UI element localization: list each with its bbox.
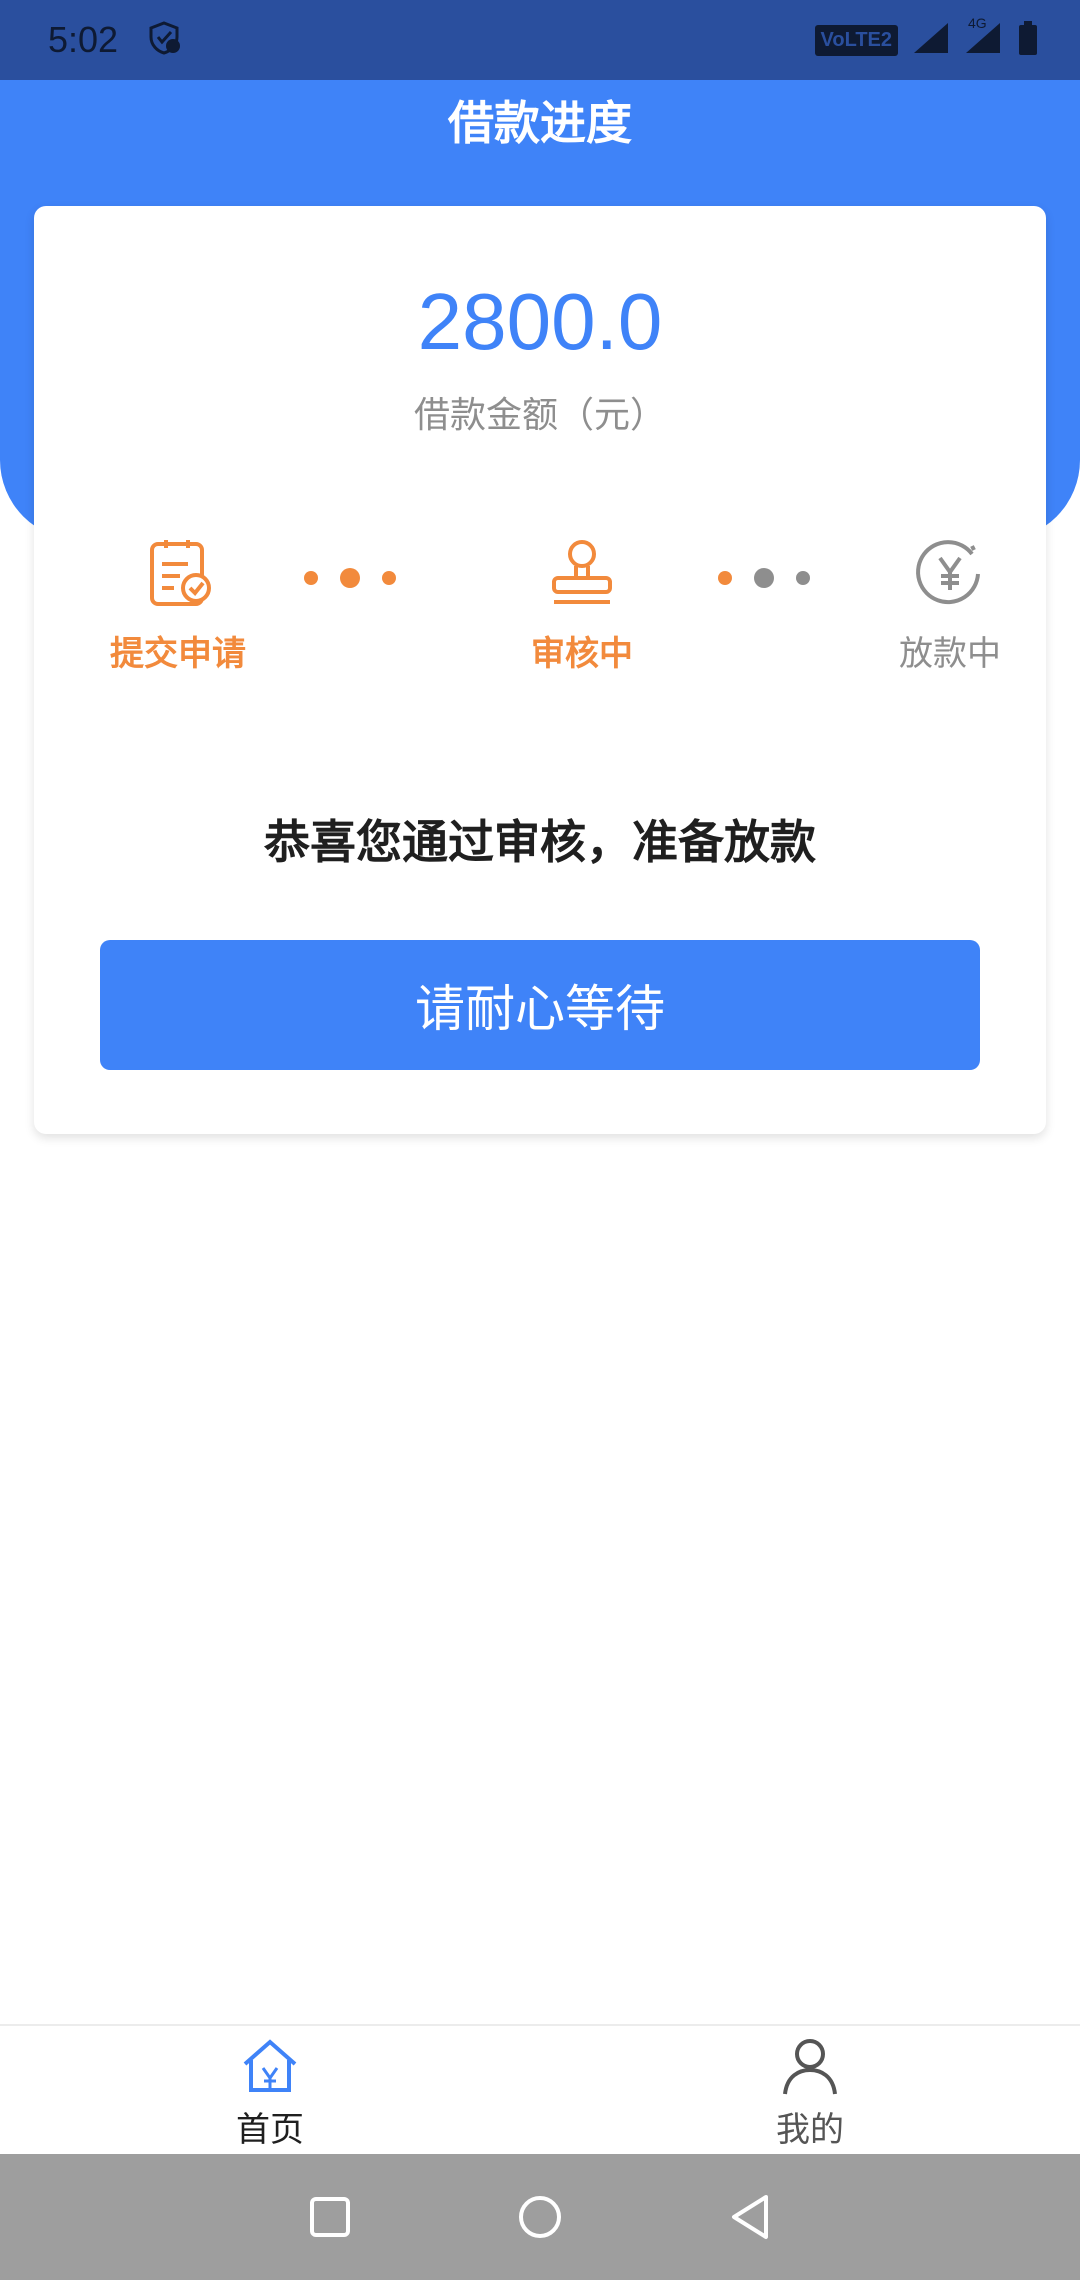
document-check-icon: [140, 536, 216, 612]
step-submit-application: 提交申请: [98, 536, 258, 675]
back-triangle-icon[interactable]: [720, 2187, 780, 2247]
screen: 5:02 VoLTE2 4G 借款进度 2800.0 借款金额（元） 提交申请 …: [0, 0, 1080, 2280]
nav-label: 首页: [236, 2110, 304, 2150]
nav-label: 我的: [776, 2110, 844, 2150]
loan-amount: 2800.0: [417, 277, 663, 366]
step-label: 提交申请: [110, 634, 246, 674]
status-time: 5:02: [48, 19, 119, 60]
shield-icon: [146, 20, 182, 60]
wait-button[interactable]: 请耐心等待: [100, 940, 980, 1070]
step-connector-2: [718, 568, 810, 588]
connector-dot: [796, 571, 810, 585]
person-icon: [779, 2036, 841, 2100]
volte-badge: VoLTE2: [814, 24, 898, 56]
signal-icon: [912, 21, 950, 59]
nav-item-mine[interactable]: 我的: [710, 2036, 910, 2151]
battery-icon: [1016, 20, 1040, 60]
connector-dot: [754, 568, 774, 588]
connector-dot: [718, 571, 732, 585]
status-bar: 5:02 VoLTE2 4G: [0, 0, 1080, 80]
status-left: 5:02: [48, 19, 182, 61]
progress-steps: 提交申请 审核中 放款中: [34, 536, 1046, 686]
loan-progress-card: 2800.0 借款金额（元） 提交申请 审核中 放款中 恭喜您通过审核，准备放款…: [34, 206, 1046, 1134]
status-message: 恭喜您通过审核，准备放款: [264, 815, 816, 869]
stamp-icon: [544, 536, 620, 612]
home-circle-icon[interactable]: [510, 2187, 570, 2247]
bottom-nav: 首页 我的: [0, 2024, 1080, 2154]
step-label: 审核中: [531, 634, 633, 674]
connector-dot: [340, 568, 360, 588]
step-disbursing: 放款中: [870, 536, 1030, 675]
system-nav-bar: [0, 2154, 1080, 2280]
home-yen-icon: [239, 2036, 301, 2100]
step-under-review: 审核中: [502, 536, 662, 675]
step-label: 放款中: [899, 634, 1001, 674]
nav-item-home[interactable]: 首页: [170, 2036, 370, 2151]
signal-4g-icon: 4G: [964, 15, 1002, 59]
status-right: VoLTE2 4G: [814, 15, 1040, 60]
connector-dot: [304, 571, 318, 585]
yen-circle-icon: [912, 536, 988, 612]
recent-apps-icon[interactable]: [300, 2187, 360, 2247]
step-connector-1: [304, 568, 396, 588]
connector-dot: [382, 571, 396, 585]
loan-amount-label: 借款金额（元）: [413, 395, 666, 436]
page-title: 借款进度: [448, 96, 632, 150]
network-type-label: 4G: [968, 15, 987, 31]
